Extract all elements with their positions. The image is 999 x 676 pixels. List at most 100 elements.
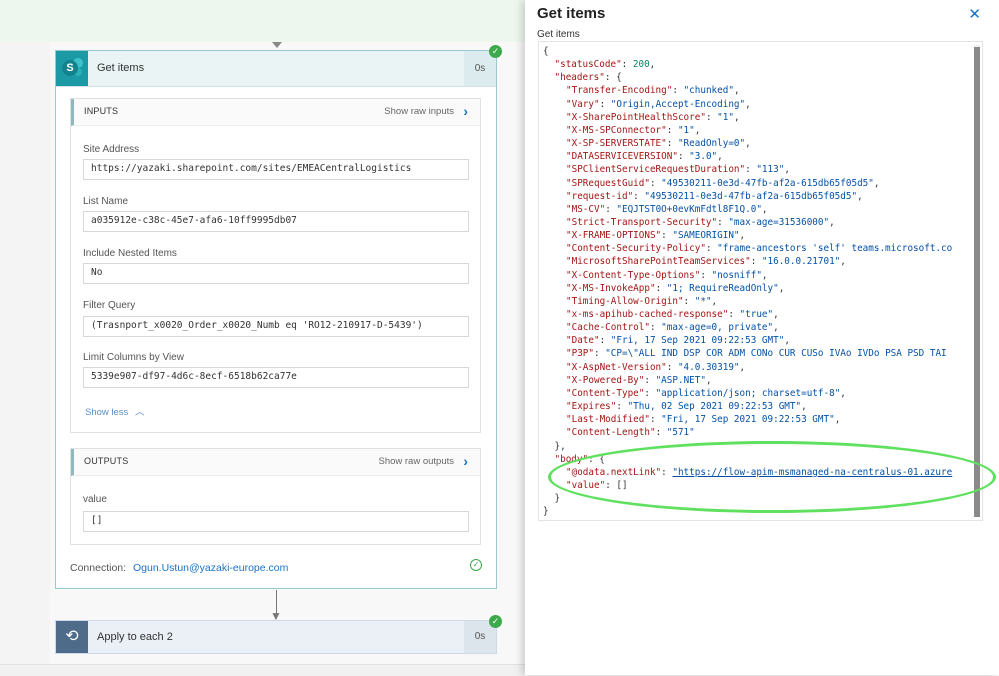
show-raw-inputs-link[interactable]: Show raw inputs bbox=[384, 106, 454, 117]
field-label: Site Address bbox=[83, 144, 140, 155]
card-title: Apply to each 2 bbox=[97, 631, 173, 643]
json-key: "headers" bbox=[554, 72, 605, 84]
highlight-ellipse bbox=[548, 441, 996, 513]
json-line: } bbox=[555, 492, 561, 505]
field-label: Filter Query bbox=[83, 300, 136, 311]
json-punct: , bbox=[829, 216, 835, 228]
json-punct: { bbox=[616, 72, 622, 84]
json-punct: , bbox=[739, 361, 746, 373]
connection-link[interactable]: Ogun.Ustun@yazaki-europe.com bbox=[133, 562, 288, 574]
json-separator: : bbox=[649, 414, 662, 426]
json-line: "SPClientServiceRequestDuration": "113", bbox=[566, 163, 790, 176]
success-check-icon: ✓ bbox=[489, 615, 502, 628]
json-string: "49530211-0e3d-47fb-af2a-615db65f05d5" bbox=[644, 190, 858, 202]
json-line: "Content-Type": "application/json; chars… bbox=[566, 387, 846, 400]
json-line: "Content-Length": "571" bbox=[566, 426, 695, 439]
json-punct: , bbox=[761, 269, 768, 281]
json-separator: : bbox=[717, 216, 729, 228]
json-key: "SPRequestGuid" bbox=[566, 177, 650, 189]
json-punct: , bbox=[784, 335, 790, 347]
json-key: "statusCode" bbox=[554, 59, 622, 71]
json-line: "X-Content-Type-Options": "nosniff", bbox=[566, 269, 768, 282]
json-punct: } bbox=[543, 506, 549, 518]
json-string: "SAMEORIGIN" bbox=[672, 230, 740, 242]
json-string: "ReadOnly=0" bbox=[677, 138, 746, 150]
json-key: "Vary" bbox=[566, 98, 600, 110]
json-punct: , bbox=[834, 414, 841, 426]
json-string: "Thu, 02 Sep 2021 09:22:53 GMT" bbox=[627, 401, 802, 413]
json-line: "X-AspNet-Version": "4.0.30319", bbox=[566, 361, 745, 374]
json-line: }, bbox=[555, 440, 566, 453]
json-separator: : bbox=[655, 427, 667, 439]
chevron-right-icon[interactable]: › bbox=[463, 103, 468, 119]
json-separator: : bbox=[666, 361, 678, 373]
apply-to-each-card[interactable]: ⟲ Apply to each 2 0s bbox=[55, 620, 497, 654]
json-string: "EQJTST0O+0evKmFdtl8F1Q.0" bbox=[616, 203, 762, 215]
inputs-section: INPUTS Show raw inputs › Site Address ht… bbox=[70, 98, 481, 433]
outputs-header: OUTPUTS Show raw outputs › bbox=[71, 449, 480, 476]
json-key: "Expires" bbox=[566, 401, 617, 413]
json-punct: , bbox=[694, 124, 701, 136]
json-line: { bbox=[543, 45, 549, 58]
json-key: "X-Content-Type-Options" bbox=[566, 269, 701, 281]
json-separator: : bbox=[594, 348, 606, 360]
json-line: "X-FRAME-OPTIONS": "SAMEORIGIN", bbox=[566, 229, 745, 242]
json-punct: , bbox=[739, 230, 746, 242]
list-name-field: a035912e-c38c-45e7-afa6-10ff9995db07 bbox=[83, 211, 469, 232]
json-punct: , bbox=[784, 164, 790, 176]
chevron-up-icon: ︿ bbox=[134, 407, 145, 418]
json-string: "1; RequireReadOnly" bbox=[666, 282, 779, 294]
json-line: "MS-CV": "EQJTST0O+0evKmFdtl8F1Q.0", bbox=[566, 203, 768, 216]
json-key: "Strict-Transport-Security" bbox=[566, 216, 718, 228]
filter-query-field: (Trasnport_x0020_Order_x0020_Numb eq 'RO… bbox=[83, 316, 469, 337]
connector-arrow-icon bbox=[272, 42, 282, 48]
close-icon[interactable]: ✕ bbox=[968, 5, 981, 23]
json-string: "1" bbox=[717, 111, 734, 123]
inputs-title: INPUTS bbox=[84, 106, 119, 116]
json-punct: , bbox=[840, 256, 846, 268]
json-key: "X-MS-SPConnector" bbox=[566, 124, 667, 136]
sharepoint-icon: S bbox=[56, 51, 88, 86]
json-line: "x-ms-apihub-cached-response": "true", bbox=[566, 308, 779, 321]
json-punct: { bbox=[543, 46, 549, 57]
json-key: "SPClientServiceRequestDuration" bbox=[566, 164, 746, 176]
json-line: "X-MS-SPConnector": "1", bbox=[566, 124, 700, 137]
json-key: "Date" bbox=[566, 335, 600, 347]
field-label: value bbox=[83, 494, 107, 505]
json-line: "X-SharePointHealthScore": "1", bbox=[566, 111, 740, 124]
chevron-right-icon[interactable]: › bbox=[463, 453, 468, 469]
json-key: "Cache-Control" bbox=[566, 322, 650, 334]
card-header[interactable]: S Get items 0s bbox=[56, 51, 496, 87]
json-string: "4.0.30319" bbox=[677, 361, 740, 373]
json-punct: , bbox=[745, 98, 751, 110]
json-separator: : bbox=[677, 151, 690, 163]
json-separator: : bbox=[661, 230, 673, 242]
field-label: Include Nested Items bbox=[83, 248, 177, 259]
json-line: "X-MS-InvokeApp": "1; RequireReadOnly", bbox=[566, 282, 784, 295]
success-check-icon: ✓ bbox=[489, 45, 502, 58]
json-separator: : bbox=[599, 335, 611, 347]
show-less-link[interactable]: Show less ︿ bbox=[85, 404, 144, 418]
json-punct: , bbox=[733, 111, 740, 123]
connection-info: Connection: Ogun.Ustun@yazaki-europe.com bbox=[70, 562, 288, 574]
show-raw-outputs-link[interactable]: Show raw outputs bbox=[378, 456, 454, 467]
top-band bbox=[0, 0, 525, 42]
json-line: "Cache-Control": "max-age=0, private", bbox=[566, 321, 779, 334]
scrollbar-thumb[interactable] bbox=[974, 47, 980, 517]
panel-title: Get items bbox=[537, 5, 606, 22]
json-key: "DATASERVICEVERSION" bbox=[566, 151, 678, 163]
json-string: "CP=\"ALL IND DSP COR ADM CONo CUR CUSo … bbox=[605, 348, 947, 360]
json-key: "Last-Modified" bbox=[566, 414, 650, 426]
json-string: "Fri, 17 Sep 2021 09:22:53 GMT" bbox=[661, 414, 835, 426]
json-line: "X-SP-SERVERSTATE": "ReadOnly=0", bbox=[566, 137, 751, 150]
left-strip bbox=[0, 42, 50, 675]
json-separator: : bbox=[728, 309, 740, 320]
connection-check-icon: ✓ bbox=[470, 559, 482, 571]
json-string: "113" bbox=[756, 164, 785, 176]
json-key: "request-id" bbox=[566, 190, 634, 202]
panel-subtitle: Get items bbox=[537, 29, 580, 40]
json-line: "Content-Security-Policy": "frame-ancest… bbox=[566, 242, 952, 255]
json-key: "X-Powered-By" bbox=[566, 374, 645, 386]
json-punct: , bbox=[705, 374, 712, 386]
json-separator: : bbox=[644, 387, 656, 399]
